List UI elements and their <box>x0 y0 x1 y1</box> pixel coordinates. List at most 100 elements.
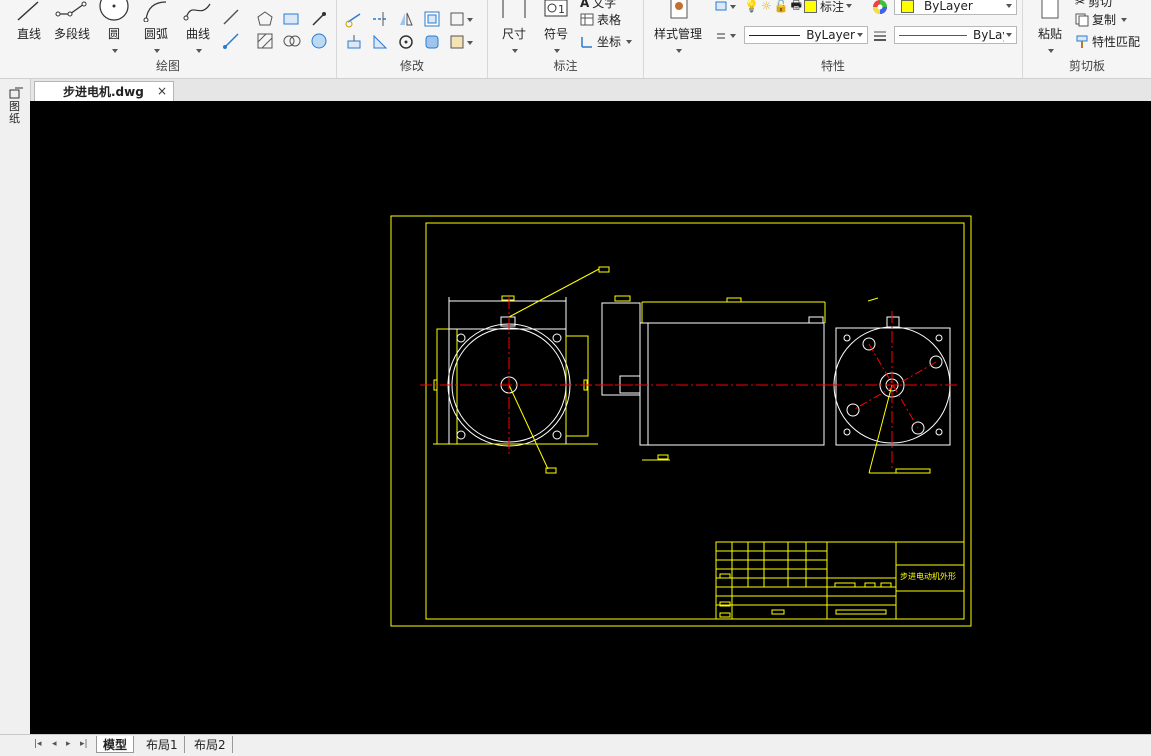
rotate-icon[interactable] <box>397 33 415 51</box>
tab-layout1[interactable]: 布局1 <box>140 736 185 753</box>
arc-button[interactable]: 圆弧 <box>138 0 174 56</box>
last-layout-icon[interactable]: ▸| <box>80 739 88 749</box>
sun-icon: ☼ <box>760 0 772 13</box>
curve-dropdown-icon[interactable] <box>196 49 202 53</box>
close-tab-icon[interactable]: × <box>157 84 167 98</box>
ray-icon[interactable] <box>222 32 240 50</box>
arc-dropdown-icon[interactable] <box>154 49 160 53</box>
clipboard-group: 粘贴 ✂ 剪切 复制 特性匹配 剪切板 <box>1023 0 1151 78</box>
sheet-set-panel-label[interactable]: 图纸 <box>9 101 23 125</box>
line-icon <box>17 1 39 21</box>
lineweight-combo[interactable]: ByLayer <box>894 26 1017 44</box>
text-button[interactable]: A 文字 <box>580 0 616 11</box>
motor-side-view <box>596 295 840 461</box>
hatch-icon[interactable] <box>256 32 274 50</box>
move-icon[interactable] <box>345 10 363 28</box>
prev-layout-icon[interactable]: ◂ <box>52 739 57 749</box>
fillet-icon[interactable] <box>449 33 475 51</box>
curve-button[interactable]: 曲线 <box>180 0 216 56</box>
table-button[interactable]: 表格 <box>580 11 621 28</box>
dimension-dropdown-icon[interactable] <box>512 49 518 53</box>
line-label: 直线 <box>16 27 41 41</box>
gradient-icon[interactable] <box>310 32 328 50</box>
paste-button[interactable]: 粘贴 <box>1031 0 1069 56</box>
title-block-text: 步进电动机外形 <box>900 571 956 581</box>
paste-dropdown-icon[interactable] <box>1048 49 1054 53</box>
datum-symbol-icon: 1 <box>544 0 568 17</box>
tab-model[interactable]: 模型 <box>96 736 135 753</box>
match-properties-label: 特性匹配 <box>1092 35 1141 49</box>
match-properties-button[interactable]: 特性匹配 <box>1075 33 1140 50</box>
drawing-svg: 步进电动机外形 <box>390 215 972 627</box>
style-manager-label: 样式管理 <box>653 27 702 41</box>
color-value: ByLayer <box>924 0 973 13</box>
panel-pin-icon[interactable] <box>9 87 25 99</box>
dimension-label: 尺寸 <box>501 27 526 41</box>
annotate-group-label: 标注 <box>553 59 578 73</box>
trim-icon[interactable] <box>371 10 389 28</box>
print-icon: 🖶 <box>790 0 802 12</box>
properties-group-label: 特性 <box>820 59 845 73</box>
lineweight-dropdown-icon[interactable] <box>1006 33 1012 37</box>
text-icon: A <box>580 0 590 10</box>
color-swatch <box>901 0 914 13</box>
linetype-combo[interactable]: ByLayer <box>744 26 868 44</box>
document-tab[interactable]: 步进电机.dwg × <box>34 81 174 101</box>
symbol-button[interactable]: 1 符号 <box>538 0 574 56</box>
drawing-canvas[interactable]: 步进电动机外形 <box>30 101 1151 734</box>
paintbrush-icon <box>1076 35 1088 48</box>
circle-label: 圆 <box>107 27 120 41</box>
ribbon: 直线 多段线 圆 圆弧 曲线 绘图 修改 尺寸 1 符号 A 文字 表格 坐标 … <box>0 0 1151 79</box>
construction-line-icon[interactable] <box>222 8 240 26</box>
coordinate-button[interactable]: 坐标 <box>580 33 633 50</box>
dimension-button[interactable]: 尺寸 <box>494 0 534 56</box>
circle-dropdown-icon[interactable] <box>112 49 118 53</box>
coordinate-dropdown-icon[interactable] <box>626 39 633 44</box>
polyline-label: 多段线 <box>53 27 90 41</box>
lineweight-preview <box>899 34 967 36</box>
lineweight-icon[interactable] <box>872 28 888 44</box>
copy-button[interactable]: 复制 <box>1075 11 1128 28</box>
polygon-icon[interactable] <box>256 10 274 28</box>
circle-button[interactable]: 圆 <box>98 0 130 56</box>
coordinate-icon <box>581 37 592 48</box>
layer-properties-icon[interactable] <box>714 0 738 14</box>
scale-icon[interactable] <box>371 33 389 51</box>
color-combo[interactable]: ByLayer <box>894 0 1017 15</box>
style-manager-dropdown-icon[interactable] <box>676 49 682 53</box>
point-icon[interactable] <box>310 10 328 28</box>
tab-layout2[interactable]: 布局2 <box>188 736 233 753</box>
line-button[interactable]: 直线 <box>12 0 46 42</box>
polyline-button[interactable]: 多段线 <box>50 0 94 42</box>
polyline-icon <box>55 1 87 17</box>
color-wheel-icon[interactable] <box>872 0 888 15</box>
mirror-icon[interactable] <box>397 10 415 28</box>
copy-dropdown-icon[interactable] <box>1121 17 1128 22</box>
array-icon[interactable] <box>449 10 475 28</box>
layer-dropdown-icon[interactable] <box>846 4 853 8</box>
svg-text:1: 1 <box>558 3 565 16</box>
symbol-dropdown-icon[interactable] <box>554 49 560 53</box>
first-layout-icon[interactable]: |◂ <box>34 739 42 749</box>
layer-name: 标注 <box>820 0 845 14</box>
motor-rear-view <box>825 297 960 474</box>
style-manager-button[interactable]: 样式管理 <box>648 0 708 56</box>
color-dropdown-icon[interactable] <box>1006 4 1012 8</box>
next-layout-icon[interactable]: ▸ <box>66 739 71 749</box>
block-icon[interactable] <box>282 10 302 28</box>
curve-label: 曲线 <box>185 27 210 41</box>
linetype-dropdown-icon[interactable] <box>857 33 863 37</box>
stretch-icon[interactable] <box>345 33 363 51</box>
region-icon[interactable] <box>282 32 302 50</box>
linetype-list-icon[interactable] <box>714 28 738 44</box>
lineweight-value: ByLayer <box>973 28 1004 42</box>
explode-icon[interactable] <box>423 33 441 51</box>
coordinate-label: 坐标 <box>597 35 622 49</box>
layer-combo[interactable]: 💡 ☼ 🔓 🖶 标注 <box>744 0 868 15</box>
document-tab-title: 步进电机.dwg <box>63 85 144 99</box>
style-manager-icon <box>670 0 688 19</box>
draw-group-label: 绘图 <box>155 59 180 73</box>
cut-button[interactable]: ✂ 剪切 <box>1075 0 1112 10</box>
offset-icon[interactable] <box>423 10 441 28</box>
layout-tab-bar: |◂ ◂ ▸ ▸| 模型 布局1 布局2 <box>0 734 1151 756</box>
